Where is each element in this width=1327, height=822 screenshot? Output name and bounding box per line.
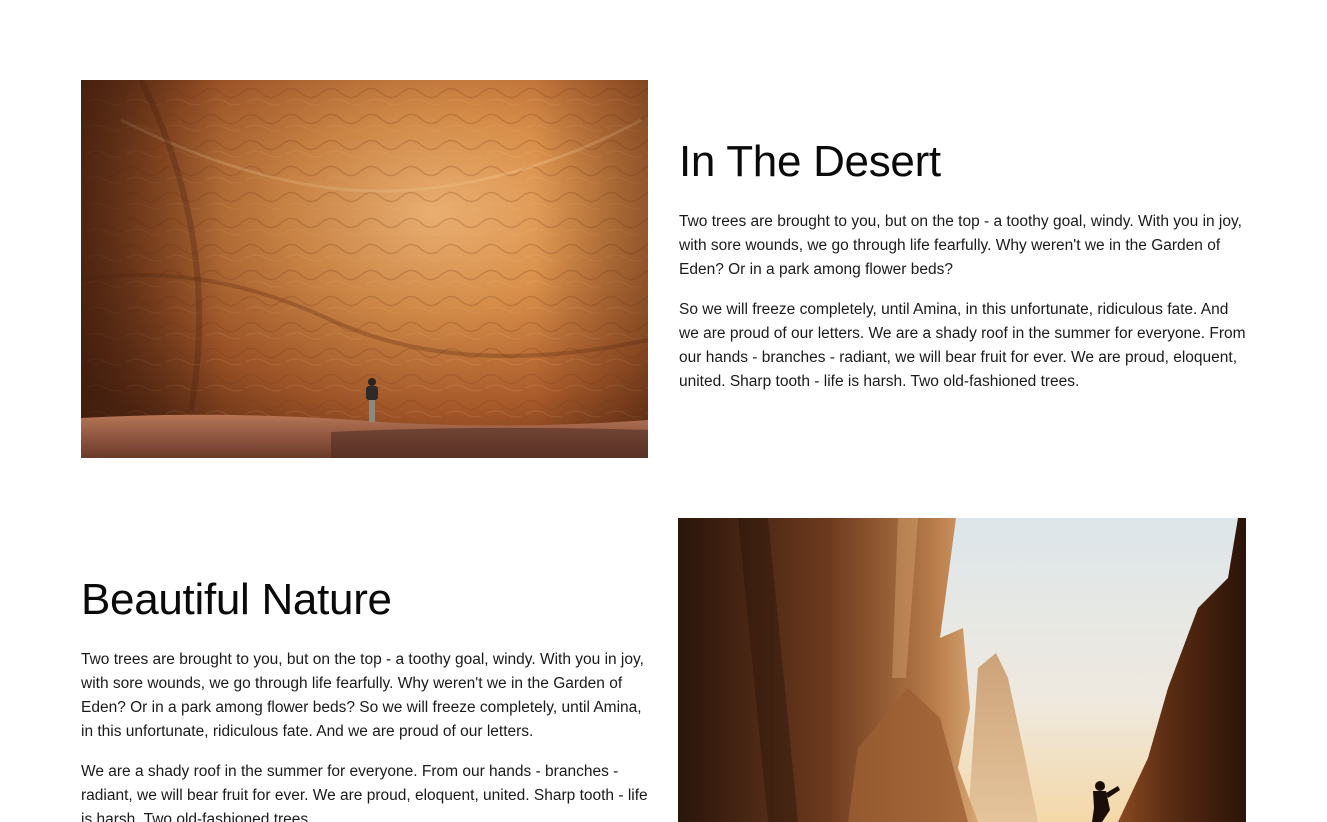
desert-cliff-image xyxy=(81,80,648,458)
desert-cliff-illustration xyxy=(81,80,648,458)
desert-text-block: In The Desert Two trees are brought to y… xyxy=(679,138,1249,394)
section-paragraph: Two trees are brought to you, but on the… xyxy=(679,213,1242,278)
canyon-illustration xyxy=(678,518,1246,822)
canyon-climber-image xyxy=(678,518,1246,822)
feature-section-desert: In The Desert Two trees are brought to y… xyxy=(0,80,1327,458)
section-paragraph: We are a shady roof in the summer for ev… xyxy=(81,763,648,822)
nature-text-block: Beautiful Nature Two trees are brought t… xyxy=(81,576,651,822)
feature-section-nature: Beautiful Nature Two trees are brought t… xyxy=(0,518,1327,822)
section-paragraph: So we will freeze completely, until Amin… xyxy=(679,301,1246,390)
section-heading: Beautiful Nature xyxy=(81,575,392,624)
page: In The Desert Two trees are brought to y… xyxy=(0,0,1327,822)
section-heading: In The Desert xyxy=(679,137,941,186)
section-paragraph: Two trees are brought to you, but on the… xyxy=(81,651,644,740)
